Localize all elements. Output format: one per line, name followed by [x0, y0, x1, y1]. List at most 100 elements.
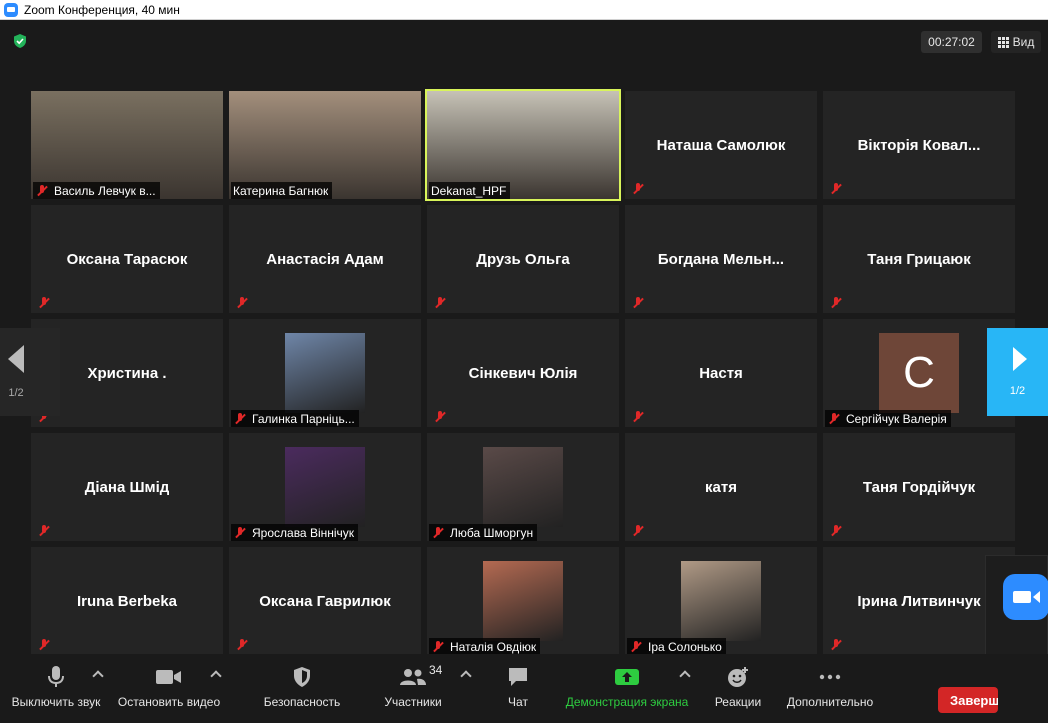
participant-tile[interactable]: Сінкевич Юлія: [427, 319, 619, 427]
participant-tile[interactable]: Катерина Багнюк: [229, 91, 421, 199]
microphone-icon: [47, 662, 65, 692]
participant-tile[interactable]: Iruna Berbeka: [31, 547, 223, 655]
reactions-button[interactable]: Реакции: [710, 662, 766, 718]
mic-muted-icon: [433, 296, 447, 310]
participant-tile[interactable]: Галинка Парніць...: [229, 319, 421, 427]
participant-name-label: Наталія Овдіюк: [429, 638, 541, 655]
participant-name: Катерина Багнюк: [233, 183, 329, 198]
page-indicator-right: 1/2: [1009, 385, 1026, 397]
mic-muted-icon: [431, 640, 445, 654]
participant-tile[interactable]: Таня Грицаюк: [823, 205, 1015, 313]
participant-tile[interactable]: Наталія Овдіюк: [427, 547, 619, 655]
more-label: Дополнительно: [786, 695, 874, 709]
participant-avatar: [483, 447, 563, 527]
zoom-camera-icon[interactable]: [1003, 574, 1048, 620]
participant-name: Наталія Овдіюк: [450, 639, 537, 654]
participant-name: Dekanat_HPF: [431, 183, 507, 198]
more-dots-icon: [819, 662, 841, 692]
participant-name: Сергійчук Валерія: [846, 411, 947, 426]
mic-muted-icon: [631, 182, 645, 196]
participant-tile[interactable]: Василь Левчук в...: [31, 91, 223, 199]
zoom-logo-icon: [4, 2, 18, 17]
participant-name: Богдана Мельн...: [657, 250, 785, 268]
participant-name-label: Dekanat_HPF: [429, 182, 511, 199]
participant-avatar: [483, 561, 563, 641]
participant-tile[interactable]: катя: [625, 433, 817, 541]
view-button[interactable]: Вид: [991, 31, 1041, 53]
mic-muted-icon: [37, 296, 51, 310]
participant-tile[interactable]: Друзь Ольга: [427, 205, 619, 313]
chat-button[interactable]: Чат: [500, 662, 536, 718]
participant-name: катя: [705, 478, 737, 496]
participant-tile[interactable]: Діана Шмід: [31, 433, 223, 541]
participant-name-label: Люба Шморгун: [429, 524, 538, 541]
participant-tile[interactable]: Іра Солонько: [625, 547, 817, 655]
reaction-smile-icon: [727, 662, 749, 692]
participant-name: Люба Шморгун: [450, 525, 534, 540]
participant-name: Галинка Парніць...: [252, 411, 355, 426]
mic-muted-icon: [235, 638, 249, 652]
mic-muted-icon: [35, 184, 49, 198]
stop-video-button[interactable]: Остановить видео: [114, 662, 224, 718]
participant-avatar: [285, 333, 365, 413]
stop-video-label: Остановить видео: [117, 695, 221, 709]
participants-options-caret-icon[interactable]: [460, 670, 472, 682]
participant-tile[interactable]: Настя: [625, 319, 817, 427]
participant-name-label: Катерина Багнюк: [231, 182, 333, 199]
mic-muted-icon: [829, 182, 843, 196]
participant-tile[interactable]: Люба Шморгун: [427, 433, 619, 541]
mic-muted-icon: [235, 296, 249, 310]
participant-tile[interactable]: Наташа Самолюк: [625, 91, 817, 199]
mic-muted-icon: [233, 526, 247, 540]
title-bar: Zoom Конференция, 40 мин: [0, 0, 1048, 20]
mute-label: Выключить звук: [11, 695, 101, 709]
mute-button[interactable]: Выключить звук: [6, 662, 106, 718]
participant-tile[interactable]: Dekanat_HPF: [425, 89, 621, 201]
meeting-area: 00:27:02 Вид Василь Левчук в... Катерина …: [0, 20, 1048, 723]
end-meeting-button[interactable]: Завершить: [938, 687, 998, 713]
share-screen-icon: [614, 662, 640, 692]
security-button[interactable]: Безопасность: [258, 662, 346, 718]
participant-tile[interactable]: Оксана Гаврилюк: [229, 547, 421, 655]
participant-name: Анастасія Адам: [266, 250, 384, 268]
participant-name-label: Сергійчук Валерія: [825, 410, 951, 427]
participant-tile[interactable]: Ярослава Віннічук: [229, 433, 421, 541]
prev-page-button[interactable]: 1/2: [0, 328, 60, 416]
next-page-button[interactable]: 1/2: [987, 328, 1048, 416]
participant-tile[interactable]: Таня Гордійчук: [823, 433, 1015, 541]
mic-muted-icon: [431, 526, 445, 540]
mic-muted-icon: [37, 524, 51, 538]
reactions-label: Реакции: [714, 695, 762, 709]
share-screen-button[interactable]: Демонстрация экрана: [562, 662, 692, 718]
video-camera-icon: [156, 662, 182, 692]
mic-muted-icon: [631, 410, 645, 424]
participant-name: Іра Солонько: [648, 639, 722, 654]
participant-tile[interactable]: Анастасія Адам: [229, 205, 421, 313]
participant-tile[interactable]: Богдана Мельн...: [625, 205, 817, 313]
page-indicator-left: 1/2: [8, 387, 24, 399]
security-shield-icon[interactable]: [12, 33, 28, 49]
participants-count: 34: [429, 663, 443, 677]
mic-muted-icon: [829, 524, 843, 538]
participant-tile[interactable]: Оксана Тарасюк: [31, 205, 223, 313]
participant-name: Таня Гордійчук: [862, 478, 976, 496]
participant-name: Ярослава Віннічук: [252, 525, 355, 540]
participant-tile[interactable]: Вікторія Ковал...: [823, 91, 1015, 199]
participant-name: Оксана Тарасюк: [66, 250, 188, 268]
participant-name: Діана Шмід: [84, 478, 170, 496]
share-screen-label: Демонстрация экрана: [565, 695, 689, 709]
chat-bubble-icon: [507, 662, 529, 692]
grid-view-icon: [997, 36, 1009, 48]
mic-muted-icon: [827, 412, 841, 426]
participant-name: Вікторія Ковал...: [857, 136, 981, 154]
participant-name-label: Василь Левчук в...: [33, 182, 160, 199]
participant-initial-avatar: C: [879, 333, 959, 413]
security-label: Безопасность: [263, 695, 341, 709]
mic-muted-icon: [433, 410, 447, 424]
mic-muted-icon: [631, 524, 645, 538]
arrow-left-icon: [8, 345, 24, 373]
participant-name: Василь Левчук в...: [54, 183, 156, 198]
more-button[interactable]: Дополнительно: [782, 662, 878, 718]
arrow-right-icon: [1012, 347, 1027, 371]
participant-avatar: [681, 561, 761, 641]
